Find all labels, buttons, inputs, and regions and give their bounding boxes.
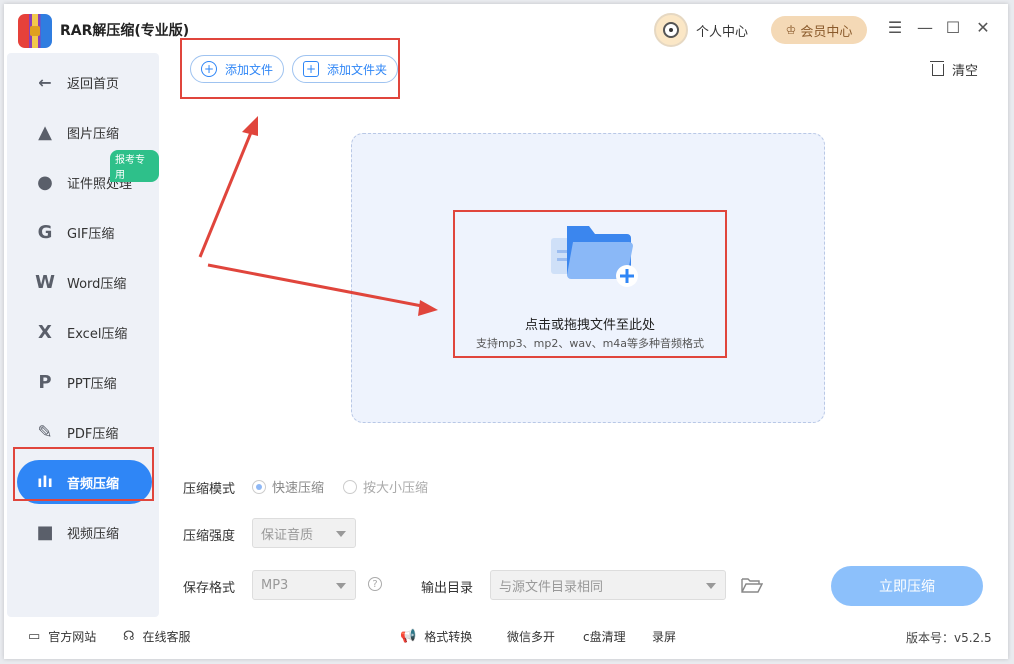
maximize-icon[interactable]: ☐ — [942, 16, 964, 38]
sidebar-item-word[interactable]: W Word压缩 — [17, 260, 152, 304]
mode-label: 压缩模式 — [183, 482, 236, 497]
radio-size-compress[interactable]: 按大小压缩 — [343, 477, 428, 496]
crown-icon: ♔ — [785, 23, 797, 37]
format-label: 保存格式 — [183, 581, 236, 596]
profile-button[interactable]: 个人中心 — [654, 12, 748, 48]
id-photo-icon: ● — [37, 171, 53, 193]
radio-label: 按大小压缩 — [363, 481, 429, 496]
strength-select[interactable]: 保证音质 — [252, 518, 356, 548]
output-dir-select[interactable]: 与源文件目录相同 — [490, 570, 726, 600]
highlight-box-toolbar — [180, 38, 400, 99]
sidebar: ← 返回首页 ▲ 图片压缩 ● 证件照处理 报考专用 G GIF压缩 W Wor… — [7, 53, 159, 617]
radio-label: 快速压缩 — [272, 481, 325, 496]
menu-icon[interactable]: ☰ — [884, 16, 906, 38]
chevron-down-icon — [336, 583, 346, 589]
ppt-icon: P — [38, 371, 52, 393]
back-home-label: 返回首页 — [67, 76, 120, 92]
folder-add-icon — [551, 226, 638, 287]
monitor-icon: ▭ — [28, 629, 41, 644]
radio-fast-compress[interactable]: 快速压缩 — [252, 477, 324, 496]
app-title: RAR解压缩(专业版) — [60, 23, 190, 39]
sidebar-item-image[interactable]: ▲ 图片压缩 — [17, 110, 152, 154]
output-dir-value: 与源文件目录相同 — [499, 579, 604, 595]
sidebar-item-label: PPT压缩 — [67, 376, 117, 392]
sidebar-item-label: Excel压缩 — [67, 326, 128, 342]
vip-label: 会员中心 — [800, 24, 853, 40]
excel-icon: X — [38, 321, 52, 343]
strength-label: 压缩强度 — [183, 529, 236, 544]
screen-record-link[interactable]: 录屏 — [652, 628, 676, 645]
pdf-icon: ✎ — [37, 421, 53, 443]
avatar — [654, 13, 688, 47]
radio-dot — [252, 479, 266, 494]
word-icon: W — [35, 271, 55, 293]
radio-dot — [343, 479, 357, 494]
sidebar-item-label: Word压缩 — [67, 276, 127, 292]
trash-icon — [930, 60, 944, 76]
drop-subtitle: 支持mp3、mp2、wav、m4a等多种音频格式 — [475, 337, 705, 350]
format-select[interactable]: MP3 — [252, 570, 356, 600]
clear-label: 清空 — [952, 64, 979, 79]
c-drive-clean-link[interactable]: c盘清理 — [583, 628, 626, 645]
image-icon: ▲ — [38, 121, 52, 143]
online-support-link[interactable]: ☊ 在线客服 — [123, 628, 191, 645]
version-label: 版本号：v5.2.5 — [906, 631, 992, 645]
highlight-box-audio — [13, 447, 154, 501]
back-home-button[interactable]: ← 返回首页 — [17, 60, 152, 104]
sidebar-item-ppt[interactable]: P PPT压缩 — [17, 360, 152, 404]
close-icon[interactable]: ✕ — [972, 16, 994, 38]
wechat-multi-link[interactable]: 微信多开 — [507, 628, 555, 645]
format-value: MP3 — [261, 577, 289, 593]
profile-label: 个人中心 — [696, 24, 749, 40]
megaphone-icon: 📢 — [400, 629, 417, 644]
sidebar-item-label: GIF压缩 — [67, 226, 115, 242]
clear-button[interactable]: 清空 — [930, 60, 979, 79]
footer-label: 微信多开 — [507, 630, 556, 644]
strength-value: 保证音质 — [261, 527, 314, 543]
footer-label: c盘清理 — [583, 630, 626, 644]
chevron-down-icon — [706, 583, 716, 589]
drop-title: 点击或拖拽文件至此处 — [524, 318, 655, 333]
sidebar-item-label: PDF压缩 — [67, 426, 119, 442]
chevron-down-icon — [336, 531, 346, 537]
vip-center-button[interactable]: ♔ 会员中心 — [771, 16, 867, 44]
help-icon[interactable]: ? — [368, 577, 382, 591]
sidebar-item-label: 图片压缩 — [67, 126, 120, 142]
start-compress-button[interactable]: 立即压缩 — [831, 566, 983, 606]
sidebar-item-gif[interactable]: G GIF压缩 — [17, 210, 152, 254]
video-icon: ■ — [36, 521, 54, 543]
footer-label: 官方网站 — [48, 630, 97, 644]
format-convert-link[interactable]: 📢 格式转换 — [400, 628, 472, 645]
output-label: 输出目录 — [421, 581, 474, 596]
app-logo — [18, 14, 52, 48]
footer-label: 录屏 — [652, 630, 677, 644]
sidebar-item-excel[interactable]: X Excel压缩 — [17, 310, 152, 354]
gif-icon: G — [37, 221, 53, 243]
footer-label: 格式转换 — [424, 630, 473, 644]
exam-badge: 报考专用 — [110, 150, 159, 182]
headset-icon: ☊ — [123, 629, 135, 644]
official-website-link[interactable]: ▭ 官方网站 — [28, 628, 96, 645]
footer-label: 在线客服 — [142, 630, 191, 644]
minimize-icon[interactable]: — — [914, 16, 936, 38]
app-window: RAR解压缩(专业版) 个人中心 ♔ 会员中心 ☰ — ☐ ✕ ← 返回首页 ▲… — [4, 4, 1008, 659]
sidebar-item-video[interactable]: ■ 视频压缩 — [17, 510, 152, 554]
folder-open-icon[interactable] — [741, 576, 763, 594]
sidebar-item-label: 视频压缩 — [67, 526, 120, 542]
arrow-left-icon: ← — [38, 72, 52, 92]
